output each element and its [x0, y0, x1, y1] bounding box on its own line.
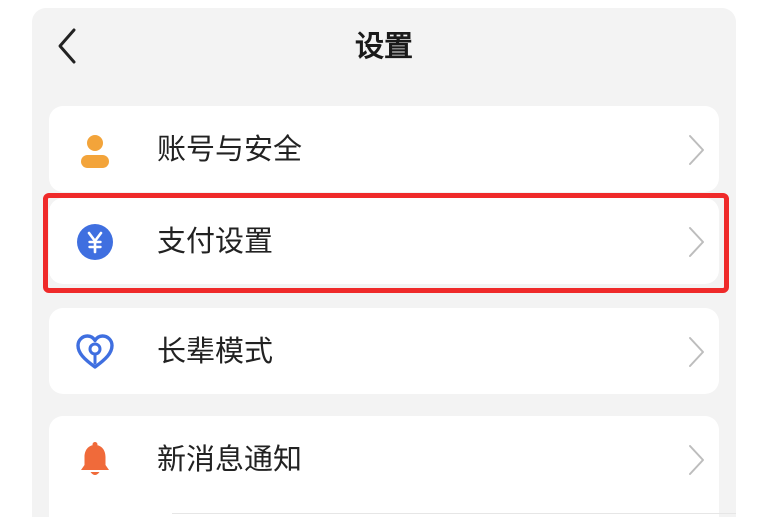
chevron-right-icon — [689, 227, 704, 257]
user-icon — [81, 135, 109, 168]
chevron-right-icon — [689, 445, 704, 475]
bell-icon — [81, 442, 109, 475]
settings-item-elder-mode[interactable]: 长辈模式 — [49, 308, 719, 394]
divider — [172, 513, 736, 514]
chevron-right-icon — [689, 135, 704, 165]
heart-icon — [76, 334, 114, 369]
settings-card-notifications: 新消息通知 — [49, 416, 719, 517]
settings-item-label: 长辈模式 — [157, 334, 274, 368]
settings-card-payment: 支付设置 — [49, 198, 719, 284]
settings-card-account: 账号与安全 — [49, 106, 719, 192]
yuan-icon — [77, 224, 113, 260]
chevron-right-icon — [689, 337, 704, 367]
settings-item-label: 账号与安全 — [157, 132, 303, 166]
settings-item-payment[interactable]: 支付设置 — [49, 198, 719, 284]
header: 设置 — [32, 8, 736, 92]
settings-card-elder-mode: 长辈模式 — [49, 308, 719, 394]
settings-item-label: 新消息通知 — [157, 442, 303, 476]
page-title: 设置 — [354, 29, 413, 63]
settings-screen: 设置 账号与安全 支付设置 长辈模式 新消息通知 — [32, 8, 736, 517]
settings-item-notifications[interactable]: 新消息通知 — [49, 416, 719, 502]
settings-item-account-security[interactable]: 账号与安全 — [49, 106, 719, 192]
settings-item-label: 支付设置 — [157, 224, 274, 258]
